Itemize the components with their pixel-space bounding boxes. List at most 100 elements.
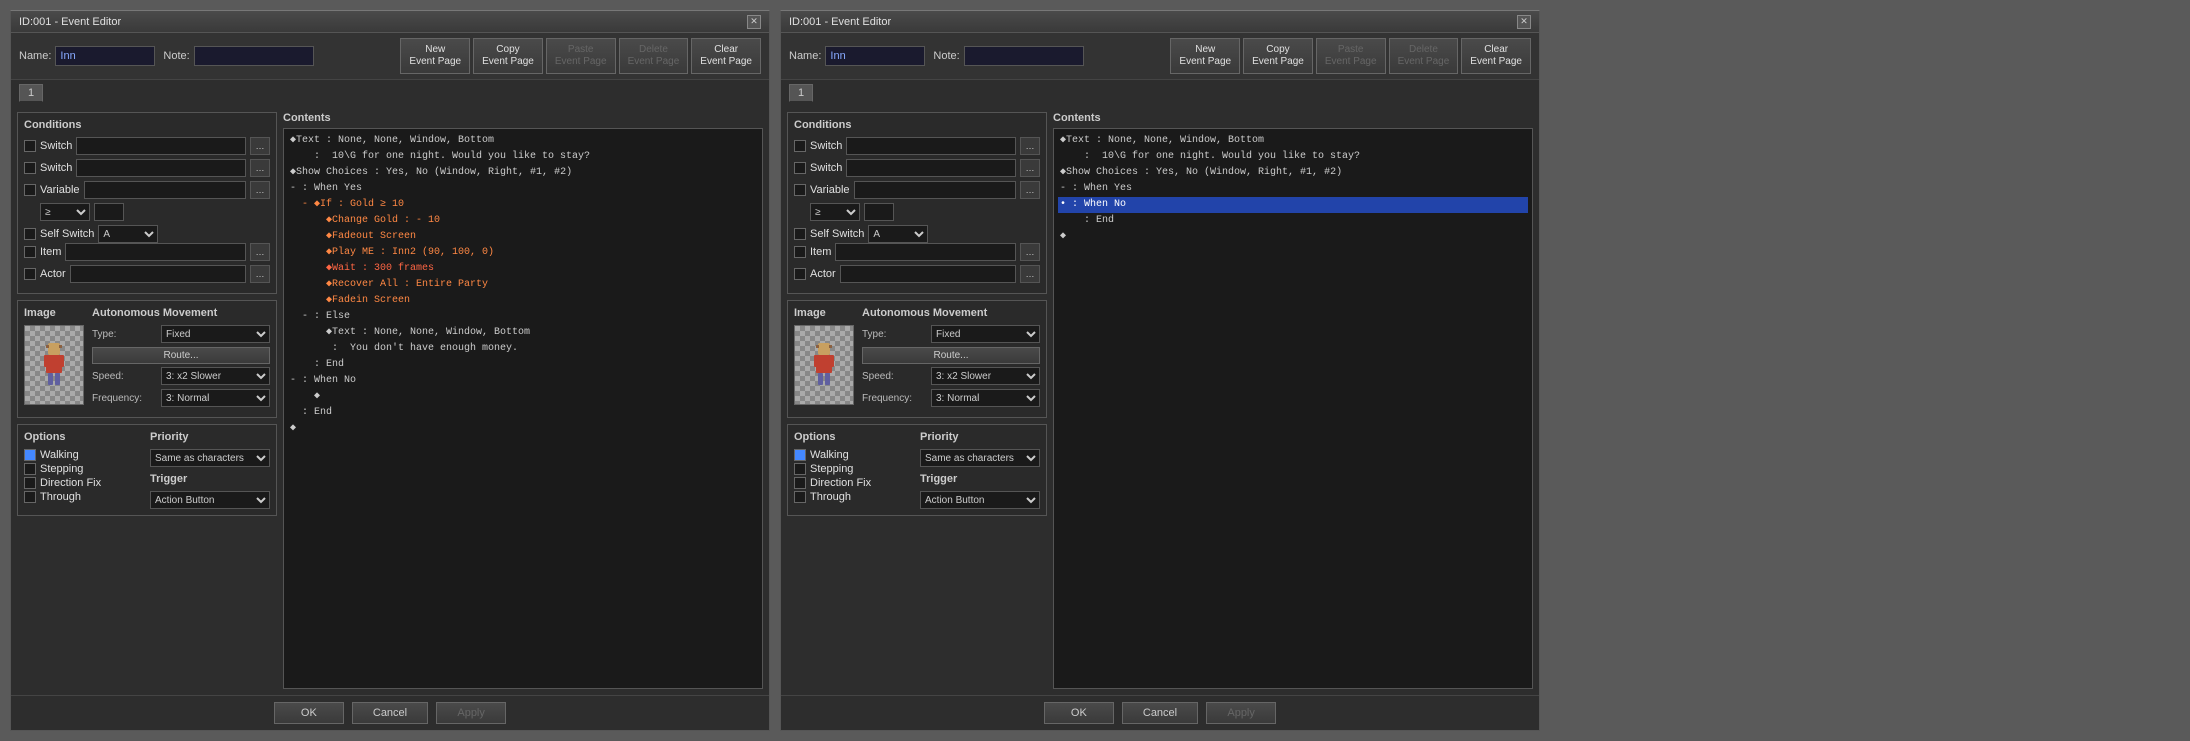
options-title-1: Options [24, 431, 144, 443]
switch1-checkbox-2[interactable] [794, 140, 806, 152]
direction-fix-checkbox-1[interactable] [24, 477, 36, 489]
actor-btn-1[interactable]: … [250, 265, 270, 283]
type-select-1[interactable]: Fixed Random Approach Custom [161, 325, 270, 343]
type-select-2[interactable]: Fixed Random Approach Custom [931, 325, 1040, 343]
content-line-15: : End [288, 357, 758, 373]
priority-select-2[interactable]: Same as characters [920, 449, 1040, 467]
apply-button-1[interactable]: Apply [436, 702, 506, 724]
close-button-1[interactable]: ✕ [747, 15, 761, 29]
variable-input-1[interactable] [84, 181, 246, 199]
page-tab-2[interactable]: 1 [789, 84, 813, 102]
paste-event-page-btn-2[interactable]: PasteEvent Page [1316, 38, 1386, 74]
contents-area-2[interactable]: ◆Text : None, None, Window, Bottom : 10\… [1053, 128, 1533, 689]
item-input-1[interactable] [65, 243, 246, 261]
page-tabs-2: 1 [781, 80, 1539, 106]
walking-checkbox-2[interactable] [794, 449, 806, 461]
self-switch-checkbox-1[interactable] [24, 228, 36, 240]
actor-btn-2[interactable]: … [1020, 265, 1040, 283]
note-input-2[interactable] [964, 46, 1084, 66]
variable-value-input-1[interactable] [94, 203, 124, 221]
note-input-1[interactable] [194, 46, 314, 66]
switch2-input-1[interactable] [76, 159, 246, 177]
frequency-select-1[interactable]: 3: Normal [161, 389, 270, 407]
contents-area-1[interactable]: ◆Text : None, None, Window, Bottom : 10\… [283, 128, 763, 689]
speed-select-1[interactable]: 3: x2 Slower [161, 367, 270, 385]
priority-select-1[interactable]: Same as characters [150, 449, 270, 467]
image-autonomous-1: Image [24, 307, 270, 411]
paste-event-page-btn-1[interactable]: PasteEvent Page [546, 38, 616, 74]
speed-select-2[interactable]: 3: x2 Slower [931, 367, 1040, 385]
switch1-btn-2[interactable]: … [1020, 137, 1040, 155]
ok-button-1[interactable]: OK [274, 702, 344, 724]
route-button-1[interactable]: Route... [92, 347, 270, 364]
new-event-page-btn-1[interactable]: NewEvent Page [400, 38, 470, 74]
delete-event-page-btn-1[interactable]: DeleteEvent Page [619, 38, 689, 74]
route-button-2[interactable]: Route... [862, 347, 1040, 364]
note-field-group: Note: [163, 46, 313, 66]
content-line-2: : 10\G for one night. Would you like to … [288, 149, 758, 165]
variable-checkbox-1[interactable] [24, 184, 36, 196]
switch2-btn-1[interactable]: … [250, 159, 270, 177]
actor-input-2[interactable] [840, 265, 1016, 283]
cancel-button-1[interactable]: Cancel [352, 702, 428, 724]
switch2-checkbox-2[interactable] [794, 162, 806, 174]
self-switch-checkbox-2[interactable] [794, 228, 806, 240]
self-switch-select-2[interactable]: A B C D [868, 225, 928, 243]
clear-event-page-btn-2[interactable]: ClearEvent Page [1461, 38, 1531, 74]
switch2-input-2[interactable] [846, 159, 1016, 177]
copy-event-page-btn-1[interactable]: CopyEvent Page [473, 38, 543, 74]
variable-input-2[interactable] [854, 181, 1016, 199]
actor-input-1[interactable] [70, 265, 246, 283]
variable-btn-1[interactable]: … [250, 181, 270, 199]
trigger-select-2[interactable]: Action Button [920, 491, 1040, 509]
direction-fix-checkbox-2[interactable] [794, 477, 806, 489]
actor-checkbox-1[interactable] [24, 268, 36, 280]
new-event-page-btn-2[interactable]: NewEvent Page [1170, 38, 1240, 74]
contents-label-2: Contents [1053, 112, 1533, 124]
through-checkbox-1[interactable] [24, 491, 36, 503]
apply-button-2[interactable]: Apply [1206, 702, 1276, 724]
self-switch-select-1[interactable]: A B C D [98, 225, 158, 243]
variable-op-select-1[interactable]: ≥ [40, 203, 90, 221]
delete-event-page-btn-2[interactable]: DeleteEvent Page [1389, 38, 1459, 74]
clear-event-page-btn-1[interactable]: ClearEvent Page [691, 38, 761, 74]
item-btn-1[interactable]: … [250, 243, 270, 261]
item-checkbox-1[interactable] [24, 246, 36, 258]
switch2-checkbox-1[interactable] [24, 162, 36, 174]
stepping-row-1: Stepping [24, 463, 144, 475]
stepping-checkbox-1[interactable] [24, 463, 36, 475]
trigger-select-1[interactable]: Action Button [150, 491, 270, 509]
switch2-btn-2[interactable]: … [1020, 159, 1040, 177]
image-preview-1[interactable] [24, 325, 84, 405]
switch1-input-1[interactable] [76, 137, 246, 155]
item-checkbox-2[interactable] [794, 246, 806, 258]
right-panel-1: Contents ◆Text : None, None, Window, Bot… [283, 112, 763, 689]
name-input-1[interactable] [55, 46, 155, 66]
switch1-btn-1[interactable]: … [250, 137, 270, 155]
frequency-select-2[interactable]: 3: Normal [931, 389, 1040, 407]
through-checkbox-2[interactable] [794, 491, 806, 503]
close-button-2[interactable]: ✕ [1517, 15, 1531, 29]
switch1-label-1: Switch [40, 140, 72, 152]
copy-event-page-btn-2[interactable]: CopyEvent Page [1243, 38, 1313, 74]
walking-checkbox-1[interactable] [24, 449, 36, 461]
speed-label-2: Speed: [862, 371, 927, 382]
priority-section-2: Priority Same as characters [920, 431, 1040, 467]
actor-checkbox-2[interactable] [794, 268, 806, 280]
item-btn-2[interactable]: … [1020, 243, 1040, 261]
page-tab-1[interactable]: 1 [19, 84, 43, 102]
stepping-checkbox-2[interactable] [794, 463, 806, 475]
ok-button-2[interactable]: OK [1044, 702, 1114, 724]
switch1-checkbox-1[interactable] [24, 140, 36, 152]
cancel-button-2[interactable]: Cancel [1122, 702, 1198, 724]
content-line-6: ◆Change Gold : - 10 [288, 213, 758, 229]
variable-op-select-2[interactable]: ≥ [810, 203, 860, 221]
variable-value-input-2[interactable] [864, 203, 894, 221]
name-input-2[interactable] [825, 46, 925, 66]
variable-checkbox-2[interactable] [794, 184, 806, 196]
switch1-row-1: Switch … [24, 137, 270, 155]
switch1-input-2[interactable] [846, 137, 1016, 155]
item-input-2[interactable] [835, 243, 1016, 261]
image-preview-2[interactable] [794, 325, 854, 405]
variable-btn-2[interactable]: … [1020, 181, 1040, 199]
